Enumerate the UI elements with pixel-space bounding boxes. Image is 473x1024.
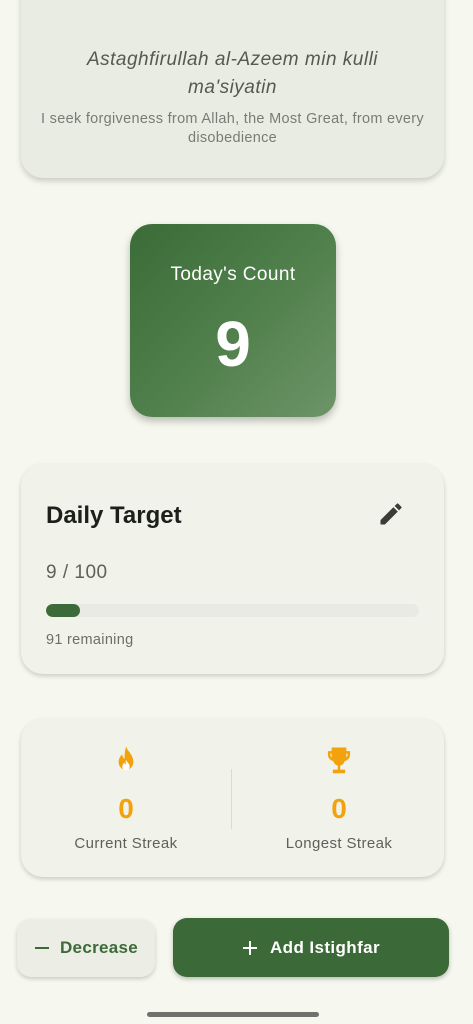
streak-card: 0 Current Streak 0 Longest Streak (21, 719, 444, 877)
trophy-icon (327, 747, 351, 774)
target-progress-bar (46, 604, 419, 617)
current-streak: 0 Current Streak (21, 719, 231, 877)
today-count-label: Today's Count (170, 264, 296, 285)
edit-target-button[interactable] (377, 500, 405, 528)
home-indicator[interactable] (147, 1012, 319, 1017)
minus-icon (34, 947, 49, 949)
add-istighfar-button[interactable]: Add Istighfar (173, 918, 449, 977)
target-progress-fill (46, 604, 80, 617)
transliteration-line-1: Astaghfirullah al-Azeem min kulli (86, 49, 379, 70)
longest-streak: 0 Longest Streak (234, 719, 444, 877)
istighfar-screen: Astaghfirullah al-Azeem min kulli ma'siy… (0, 0, 473, 1024)
current-streak-label: Current Streak (74, 835, 178, 852)
target-remaining-text: 91 remaining (46, 632, 134, 648)
add-istighfar-button-label: Add Istighfar (269, 937, 381, 957)
current-streak-value: 0 (118, 793, 134, 824)
longest-streak-label: Longest Streak (285, 835, 393, 852)
pencil-icon (380, 503, 402, 525)
plus-icon (242, 940, 257, 955)
dhikr-transliteration: Astaghfirullah al-Azeem min kulli ma'siy… (21, 46, 444, 102)
dhikr-translation: I seek forgiveness from Allah, the Most … (41, 111, 424, 146)
dhikr-card: Astaghfirullah al-Azeem min kulli ma'siy… (21, 0, 444, 178)
today-count-card[interactable]: Today's Count 9 (130, 224, 336, 417)
target-progress-text: 9 / 100 (46, 562, 108, 583)
streak-divider (231, 769, 232, 829)
transliteration-line-2: ma'siyatin (188, 77, 277, 98)
daily-target-card: Daily Target 9 / 100 91 remaining (21, 464, 444, 674)
decrease-button[interactable]: Decrease (17, 919, 155, 977)
daily-target-title: Daily Target (46, 502, 182, 529)
longest-streak-value: 0 (331, 793, 347, 824)
decrease-button-label: Decrease (59, 938, 139, 957)
flame-icon (118, 746, 134, 771)
today-count-value: 9 (215, 308, 251, 380)
